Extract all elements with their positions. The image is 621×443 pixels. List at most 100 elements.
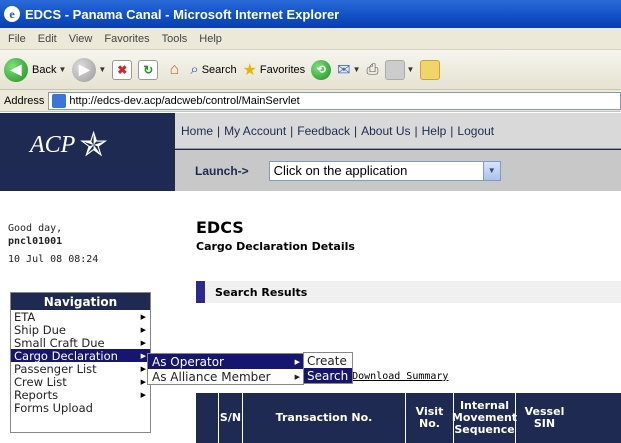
col-sn[interactable]: S/N xyxy=(218,393,242,443)
chevron-right-icon: ▶ xyxy=(140,377,146,386)
nav-about-us[interactable]: About Us xyxy=(361,124,410,138)
mail-icon: ✉ xyxy=(337,61,351,79)
search-icon: ⌕ xyxy=(190,61,199,78)
nav-item-eta[interactable]: ETA ▶ xyxy=(11,310,150,324)
forward-arrow-icon: ▶ xyxy=(72,57,97,82)
top-navigation: Home | My Account | Feedback | About Us | He… xyxy=(175,113,621,149)
nav-item-small-craft-due[interactable]: Small Craft Due ▶ xyxy=(11,336,150,350)
submenu-search[interactable]: Search xyxy=(304,368,352,383)
chevron-right-icon: ▶ xyxy=(140,351,146,360)
launch-bar: Launch-> Click on the application ▼ xyxy=(175,150,621,191)
col-transaction-no[interactable]: Transaction No. xyxy=(242,393,405,443)
submenu-create[interactable]: Create xyxy=(304,353,352,368)
star-icon: ★ xyxy=(242,61,257,79)
forward-button[interactable]: ▶ ▼ xyxy=(72,57,107,82)
site-header: ACP ✯ Home | My Account | Feedback | About … xyxy=(0,113,621,191)
chevron-down-icon: ▼ xyxy=(58,65,67,74)
chevron-down-icon: ▼ xyxy=(406,65,415,74)
home-icon: ⌂ xyxy=(169,60,180,78)
col-vessel-sin[interactable]: Vessel SIN xyxy=(515,393,573,443)
nav-item-passenger-list[interactable]: Passenger List ▶ xyxy=(11,362,150,376)
search-results-title: Search Results xyxy=(215,285,308,299)
search-label: Search xyxy=(201,63,237,76)
page-heading: EDCS Cargo Declaration Details xyxy=(196,218,355,253)
page-icon xyxy=(52,93,67,108)
username: pncl01001 xyxy=(8,236,63,247)
launch-label: Launch-> xyxy=(195,163,249,178)
chevron-right-icon: ▶ xyxy=(294,372,300,381)
chevron-right-icon: ▶ xyxy=(294,357,300,366)
discuss-button[interactable] xyxy=(420,59,441,80)
operator-submenu: Create Search xyxy=(303,352,353,384)
print-icon: ⎙ xyxy=(366,61,379,78)
logo-text: ACP xyxy=(30,131,76,158)
window-titlebar: e EDCS - Panama Canal - Microsoft Intern… xyxy=(0,0,621,28)
menu-tools[interactable]: Tools xyxy=(162,33,188,45)
stop-icon: ✖ xyxy=(112,59,133,80)
chevron-down-icon: ▼ xyxy=(98,65,107,74)
address-bar: Address http://edcs-dev.acp/adcweb/contr… xyxy=(0,90,621,112)
application-select-value: Click on the application xyxy=(273,163,408,178)
chevron-right-icon: ▶ xyxy=(140,325,146,334)
folder-icon xyxy=(420,59,441,80)
edit-icon xyxy=(384,59,405,80)
submenu-as-operator[interactable]: As Operator ▶ xyxy=(148,354,303,369)
menu-help[interactable]: Help xyxy=(199,33,222,45)
nav-item-cargo-declaration[interactable]: Cargo Declaration ▶ xyxy=(11,349,150,363)
user-greeting: Good day, pncl01001 10 Jul 08 08:24 xyxy=(8,222,98,266)
search-results-header: Search Results xyxy=(196,281,621,303)
submenu-as-alliance-member[interactable]: As Alliance Member ▶ xyxy=(148,369,303,384)
print-button[interactable]: ⎙ xyxy=(367,61,379,78)
nav-help[interactable]: Help xyxy=(422,124,447,138)
mail-button[interactable]: ✉ ▼ xyxy=(337,60,360,80)
address-url: http://edcs-dev.acp/adcweb/control/MainS… xyxy=(69,94,300,107)
address-label: Address xyxy=(4,94,45,107)
nav-item-ship-due[interactable]: Ship Due ▶ xyxy=(11,323,150,337)
favorites-button[interactable]: ★ Favorites xyxy=(243,60,306,80)
login-datetime: 10 Jul 08 08:24 xyxy=(8,254,99,265)
refresh-button[interactable]: ↻ xyxy=(138,59,159,80)
nav-item-reports[interactable]: Reports ▶ xyxy=(11,388,150,402)
back-button[interactable]: ◀ Back ▼ xyxy=(4,57,67,82)
application-select[interactable]: Click on the application ▼ xyxy=(268,160,501,181)
refresh-icon: ↻ xyxy=(138,59,159,80)
history-icon: ⟲ xyxy=(311,59,332,80)
favorites-label: Favorites xyxy=(259,63,306,76)
star-logo-icon: ✯ xyxy=(79,127,108,164)
chevron-down-icon[interactable]: ▼ xyxy=(482,161,500,180)
nav-my-account[interactable]: My Account xyxy=(224,124,286,138)
results-table-header: S/N Transaction No. Visit No. Internal M… xyxy=(196,393,621,443)
back-arrow-icon: ◀ xyxy=(4,57,28,82)
address-input[interactable]: http://edcs-dev.acp/adcweb/control/MainS… xyxy=(48,91,621,110)
menu-favorites[interactable]: Favorites xyxy=(104,33,149,45)
download-summary-link[interactable]: Download Summary xyxy=(352,371,448,382)
edit-button[interactable]: ▼ xyxy=(384,59,415,80)
ie-icon: e xyxy=(4,6,20,22)
section-marker xyxy=(196,281,205,303)
menubar: File Edit View Favorites Tools Help xyxy=(0,28,621,50)
menu-view[interactable]: View xyxy=(69,33,93,45)
chevron-right-icon: ▶ xyxy=(140,338,146,347)
chevron-down-icon: ▼ xyxy=(352,65,361,74)
nav-logout[interactable]: Logout xyxy=(457,124,494,138)
greeting-text: Good day, xyxy=(8,223,63,234)
nav-home[interactable]: Home xyxy=(181,124,213,138)
window-title: EDCS - Panama Canal - Microsoft Internet… xyxy=(25,6,340,22)
back-label: Back xyxy=(32,63,57,76)
col-internal-movement-sequence[interactable]: Internal Movement Sequence xyxy=(452,393,517,443)
page-title: EDCS xyxy=(196,218,244,237)
chevron-right-icon: ▶ xyxy=(140,390,146,399)
col-visit-no[interactable]: Visit No. xyxy=(405,393,453,443)
home-button[interactable]: ⌂ xyxy=(164,60,184,80)
cargo-declaration-submenu: As Operator ▶ As Alliance Member ▶ xyxy=(147,353,304,385)
menu-edit[interactable]: Edit xyxy=(38,33,57,45)
history-button[interactable]: ⟲ xyxy=(311,59,332,80)
nav-item-crew-list[interactable]: Crew List ▶ xyxy=(11,375,150,389)
acp-logo[interactable]: ACP ✯ xyxy=(30,125,108,165)
navigation-title: Navigation xyxy=(11,293,150,310)
stop-button[interactable]: ✖ xyxy=(112,59,133,80)
nav-item-forms-upload[interactable]: Forms Upload xyxy=(11,401,150,415)
search-button[interactable]: ⌕ Search xyxy=(190,61,236,78)
nav-feedback[interactable]: Feedback xyxy=(297,124,350,138)
menu-file[interactable]: File xyxy=(8,33,26,45)
